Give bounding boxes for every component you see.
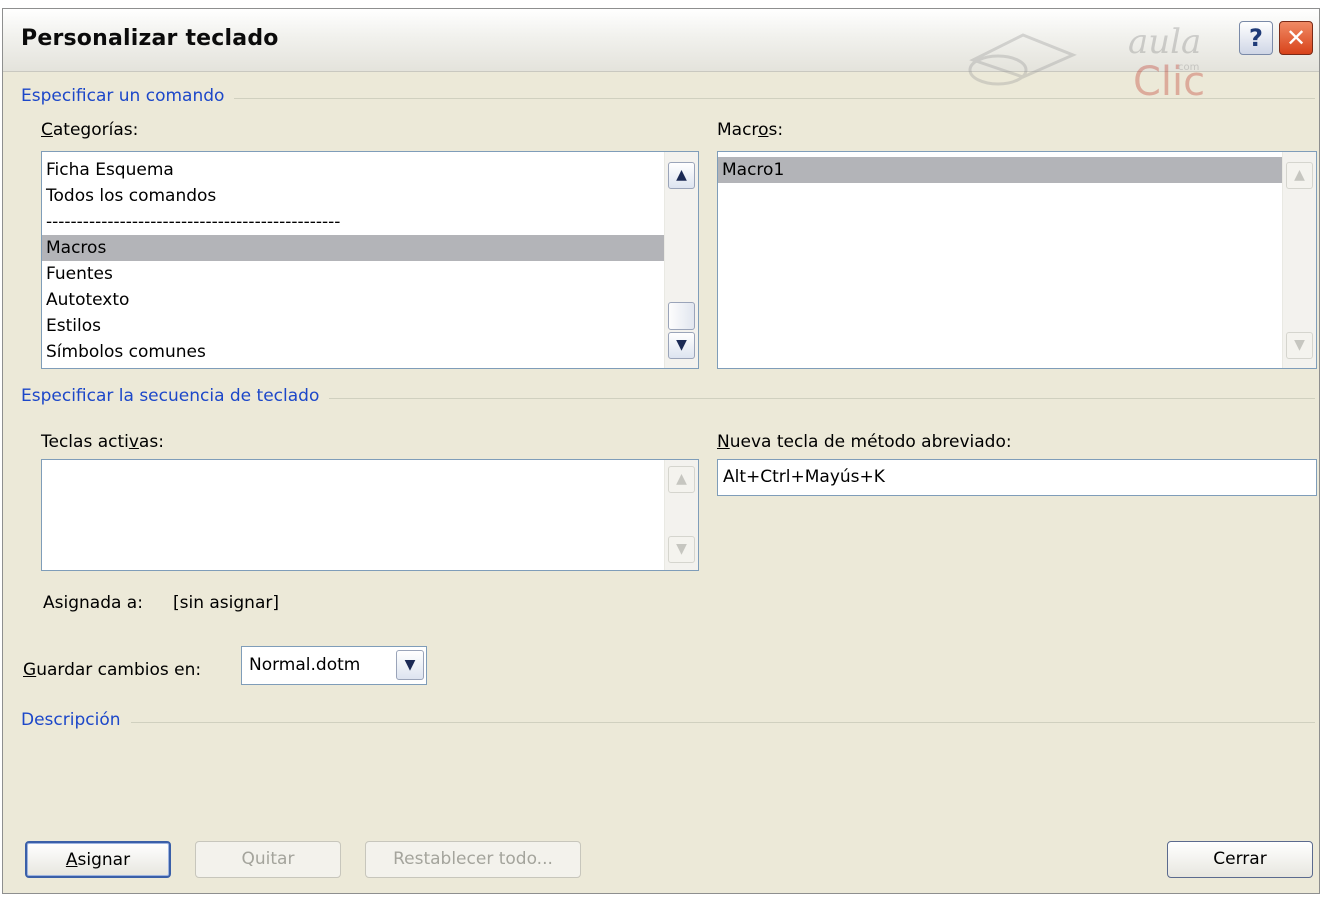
- chevron-up-icon[interactable]: ▲: [668, 466, 695, 493]
- remove-button[interactable]: Quitar: [195, 841, 341, 878]
- close-x-icon: ✕: [1285, 24, 1307, 52]
- categories-label: Categorías:: [41, 120, 139, 140]
- description-section-divider: [21, 722, 1315, 723]
- chevron-up-icon[interactable]: ▲: [1286, 162, 1313, 189]
- reset-all-button[interactable]: Restablecer todo...: [365, 841, 581, 878]
- assigned-to-label: Asignada a:: [43, 593, 143, 613]
- dialog-title: Personalizar teclado: [21, 26, 279, 51]
- new-shortcut-input[interactable]: Alt+Ctrl+Mayús+K: [717, 459, 1317, 496]
- categories-listbox[interactable]: Ficha Esquema Todos los comandos ---------…: [41, 151, 699, 369]
- assigned-to-value: [sin asignar]: [173, 593, 279, 613]
- command-section-title: Especificar un comando: [21, 86, 235, 106]
- chevron-down-icon[interactable]: ▼: [668, 536, 695, 563]
- macros-scrollbar[interactable]: ▲ ▼: [1282, 152, 1316, 368]
- list-item[interactable]: Ficha Esquema: [42, 157, 664, 183]
- keys-section-title: Especificar la secuencia de teclado: [21, 386, 330, 406]
- current-keys-label: Teclas activas:: [41, 432, 164, 452]
- scroll-thumb[interactable]: [668, 302, 695, 330]
- save-in-value: Normal.dotm: [249, 655, 361, 675]
- question-mark-icon: ?: [1249, 24, 1263, 52]
- list-item[interactable]: Fuentes: [42, 261, 664, 287]
- categories-list: Ficha Esquema Todos los comandos ---------…: [42, 157, 664, 365]
- list-item[interactable]: Macro1: [718, 157, 1282, 183]
- customize-keyboard-dialog: Personalizar teclado aula Clic com ? ✕ E…: [2, 8, 1320, 894]
- list-item[interactable]: Estilos: [42, 313, 664, 339]
- save-in-dropdown[interactable]: Normal.dotm ▼: [241, 646, 427, 685]
- chevron-down-icon[interactable]: ▼: [668, 332, 695, 359]
- macros-listbox[interactable]: Macro1 ▲ ▼: [717, 151, 1317, 369]
- close-window-button[interactable]: ✕: [1279, 21, 1313, 55]
- current-keys-listbox[interactable]: ▲ ▼: [41, 459, 699, 571]
- svg-text:com: com: [1178, 62, 1199, 73]
- list-item[interactable]: Macros: [42, 235, 664, 261]
- macros-list: Macro1: [718, 157, 1282, 183]
- list-item[interactable]: Autotexto: [42, 287, 664, 313]
- save-in-label: Guardar cambios en:: [23, 660, 202, 680]
- title-bar[interactable]: Personalizar teclado aula Clic com ? ✕: [3, 9, 1319, 105]
- new-shortcut-label: Nueva tecla de método abreviado:: [717, 432, 1012, 452]
- close-button[interactable]: Cerrar: [1167, 841, 1313, 878]
- chevron-down-icon[interactable]: ▼: [1286, 332, 1313, 359]
- list-item[interactable]: Todos los comandos: [42, 183, 664, 209]
- chevron-up-icon[interactable]: ▲: [668, 162, 695, 189]
- macros-label: Macros:: [717, 120, 784, 140]
- current-keys-scrollbar[interactable]: ▲ ▼: [664, 460, 698, 570]
- svg-text:aula: aula: [1128, 22, 1201, 62]
- list-item[interactable]: Símbolos comunes: [42, 339, 664, 365]
- chevron-down-icon[interactable]: ▼: [396, 650, 424, 680]
- assign-button[interactable]: Asignar: [25, 841, 171, 878]
- list-item[interactable]: ----------------------------------------…: [42, 209, 664, 235]
- help-button[interactable]: ?: [1239, 21, 1273, 55]
- aulaclic-watermark-logo: aula Clic com: [968, 22, 1205, 105]
- categories-scrollbar[interactable]: ▲ ▼: [664, 152, 698, 368]
- description-section-title: Descripción: [21, 710, 131, 730]
